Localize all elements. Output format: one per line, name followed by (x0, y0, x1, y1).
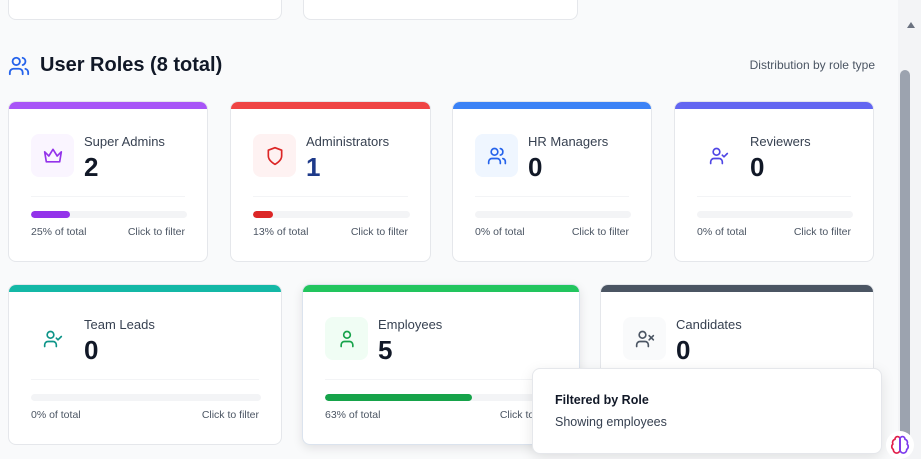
progress-track (31, 211, 187, 218)
role-label: Employees (378, 317, 443, 332)
summary-card-partial (303, 0, 578, 20)
card-divider (253, 196, 408, 197)
progress-fill (31, 211, 70, 218)
role-card-reviewers[interactable]: Reviewers 0 0% of total Click to filter (674, 101, 874, 262)
percent-of-total: 63% of total (325, 409, 381, 421)
progress-track (253, 211, 410, 218)
role-count: 5 (378, 335, 393, 365)
percent-of-total: 13% of total (253, 226, 309, 238)
role-label: Reviewers (750, 134, 811, 149)
shield-icon (267, 146, 282, 165)
click-to-filter-label: Click to filter (201, 409, 259, 421)
card-accent-bar (231, 102, 430, 109)
section-header: User Roles (8 total) Distribution by rol… (8, 52, 875, 80)
role-card-super-admins[interactable]: Super Admins 2 25% of total Click to fil… (8, 101, 208, 262)
role-count: 0 (528, 152, 543, 182)
card-accent-bar (303, 285, 579, 292)
click-to-filter-label: Click to filter (571, 226, 629, 238)
users-icon (8, 56, 30, 76)
role-icon-box (31, 317, 74, 360)
role-card-hr-managers[interactable]: HR Managers 0 0% of total Click to filte… (452, 101, 652, 262)
role-count: 0 (676, 335, 691, 365)
card-accent-bar (675, 102, 873, 109)
percent-of-total: 0% of total (475, 226, 525, 238)
role-icon-box (623, 317, 666, 360)
section-title: User Roles (8 total) (40, 54, 223, 76)
progress-fill (253, 211, 274, 218)
scroll-up-arrow-icon[interactable] (907, 22, 915, 28)
progress-track (475, 211, 631, 218)
role-icon-box (697, 134, 740, 177)
toast-body: Showing employees (555, 415, 667, 429)
percent-of-total: 0% of total (31, 409, 81, 421)
role-label: HR Managers (528, 134, 609, 149)
card-divider (475, 196, 629, 197)
user-icon (339, 330, 354, 347)
card-divider (697, 196, 851, 197)
role-icon-box (253, 134, 296, 177)
scrollbar-thumb[interactable] (900, 70, 910, 455)
role-count: 0 (84, 335, 99, 365)
click-to-filter-label: Click to filter (350, 226, 408, 238)
section-subtitle: Distribution by role type (749, 58, 875, 72)
card-accent-bar (9, 285, 281, 292)
role-label: Super Admins (84, 134, 165, 149)
click-to-filter-label: Click to filter (127, 226, 185, 238)
toast-notification: Filtered by Role Showing employees (532, 368, 882, 454)
role-card-team-leads[interactable]: Team Leads 0 0% of total Click to filter (8, 284, 282, 445)
role-card-administrators[interactable]: Administrators 1 13% of total Click to f… (230, 101, 431, 262)
percent-of-total: 25% of total (31, 226, 87, 238)
progress-fill (325, 394, 473, 401)
progress-track (697, 211, 853, 218)
brain-icon (890, 435, 910, 454)
percent-of-total: 0% of total (697, 226, 747, 238)
role-label: Team Leads (84, 317, 155, 332)
user-check-icon (43, 330, 62, 347)
card-divider (31, 379, 259, 380)
role-label: Administrators (306, 134, 390, 149)
users-icon (487, 147, 506, 164)
role-count: 0 (750, 152, 765, 182)
role-icon-box (325, 317, 368, 360)
progress-track (325, 394, 559, 401)
click-to-filter-label: Click to filter (793, 226, 851, 238)
card-accent-bar (453, 102, 651, 109)
toast-title: Filtered by Role (555, 393, 649, 407)
role-icon-box (31, 134, 74, 177)
summary-card-partial (8, 0, 282, 20)
card-divider (325, 379, 557, 380)
card-accent-bar (601, 285, 873, 292)
role-count: 2 (84, 152, 99, 182)
role-icon-box (475, 134, 518, 177)
crown-icon (43, 148, 62, 163)
user-check-icon (709, 147, 728, 164)
progress-track (31, 394, 261, 401)
role-count: 1 (306, 152, 321, 182)
card-divider (31, 196, 185, 197)
role-label: Candidates (676, 317, 742, 332)
assistant-button[interactable] (886, 431, 914, 459)
user-x-icon (635, 330, 654, 347)
card-accent-bar (9, 102, 207, 109)
